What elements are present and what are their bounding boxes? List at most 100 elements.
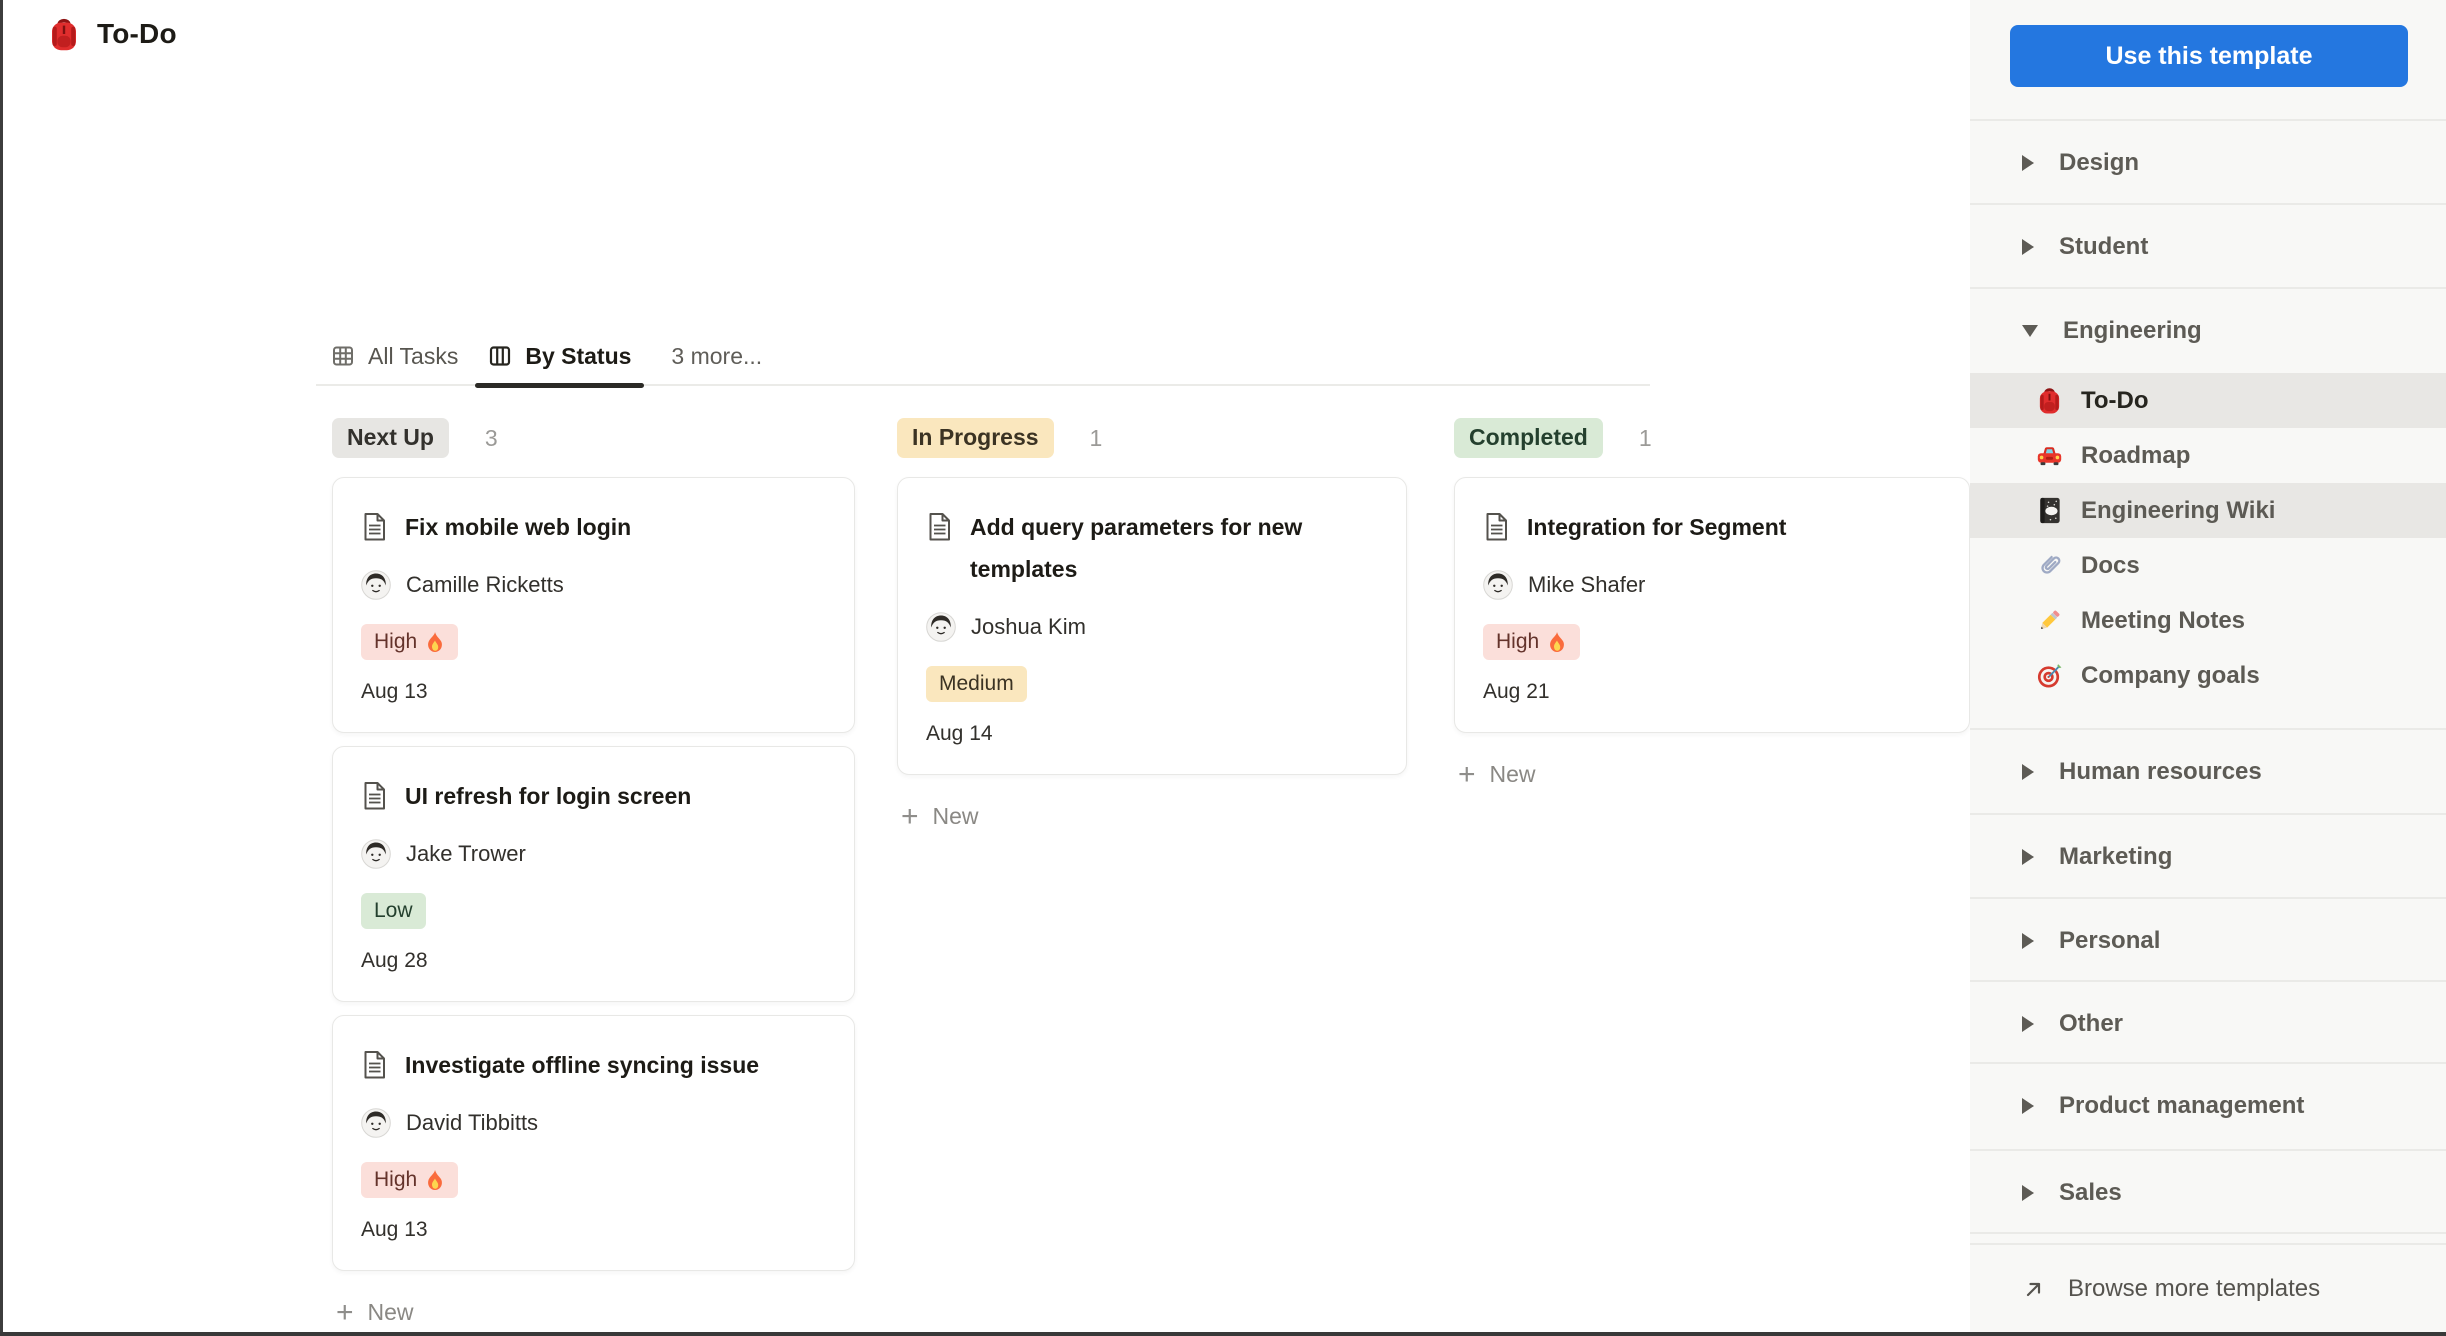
priority-badge: High (1483, 624, 1580, 660)
assignee-name: Camille Ricketts (406, 572, 564, 598)
chevron-right-icon (2022, 764, 2034, 780)
task-card[interactable]: Integration for Segment Mike Shafer High… (1454, 477, 1970, 733)
chevron-down-icon (2022, 325, 2038, 337)
due-date: Aug 21 (1483, 680, 1941, 704)
avatar (361, 839, 391, 869)
sidebar-category-human-resources[interactable]: Human resources (1970, 730, 2446, 813)
new-task-button[interactable]: + New (1454, 761, 1970, 788)
chevron-right-icon (2022, 155, 2034, 171)
tab-all-tasks[interactable]: All Tasks (316, 327, 473, 385)
chevron-right-icon (2022, 849, 2034, 865)
priority-badge: High (361, 1162, 458, 1198)
column-count: 3 (485, 425, 498, 452)
document-icon (361, 512, 388, 542)
plus-icon: + (901, 804, 919, 830)
notebook-icon (2036, 496, 2063, 525)
column-status-badge: Next Up (332, 418, 449, 458)
divider (1970, 1232, 2446, 1234)
task-title: Fix mobile web login (405, 506, 631, 548)
column-header: Completed 1 (1454, 418, 1970, 458)
template-sidebar: Use this template Design Student Enginee… (1970, 0, 2446, 1336)
due-date: Aug 13 (361, 680, 826, 704)
backpack-icon (47, 16, 81, 52)
avatar (1483, 570, 1513, 600)
chevron-right-icon (2022, 933, 2034, 949)
target-icon (2036, 661, 2063, 690)
chevron-right-icon (2022, 1016, 2034, 1032)
pencil-icon (2036, 606, 2063, 635)
assignee-name: David Tibbitts (406, 1110, 538, 1136)
sidebar-item-engineering-wiki[interactable]: Engineering Wiki (1970, 483, 2446, 538)
priority-badge: Low (361, 893, 426, 929)
sidebar-item-roadmap[interactable]: Roadmap (1970, 428, 2446, 483)
use-template-button[interactable]: Use this template (2010, 25, 2408, 87)
sidebar-category-sales[interactable]: Sales (1970, 1151, 2446, 1234)
board-icon (488, 344, 512, 368)
task-card[interactable]: Fix mobile web login Camille Ricketts Hi… (332, 477, 855, 733)
backpack-icon (2036, 386, 2063, 415)
column-completed: Completed 1 Integration for Segment Mike… (1454, 418, 1970, 1326)
sidebar-item-docs[interactable]: Docs (1970, 538, 2446, 593)
plus-icon: + (336, 1300, 354, 1326)
page-header: To-Do (47, 16, 177, 52)
document-icon (361, 1050, 388, 1080)
tab-by-status[interactable]: By Status (473, 327, 646, 385)
sidebar-category-marketing[interactable]: Marketing (1970, 815, 2446, 898)
column-header: In Progress 1 (897, 418, 1407, 458)
column-count: 1 (1639, 425, 1652, 452)
sidebar-category-personal[interactable]: Personal (1970, 899, 2446, 982)
page-title: To-Do (97, 18, 177, 50)
table-icon (331, 344, 355, 368)
task-card[interactable]: Investigate offline syncing issue David … (332, 1015, 855, 1271)
task-title: Integration for Segment (1527, 506, 1786, 548)
sidebar-item-company-goals[interactable]: Company goals (1970, 648, 2446, 703)
car-icon (2036, 441, 2063, 470)
column-in-progress: In Progress 1 Add query parameters for n… (897, 418, 1407, 1326)
column-status-badge: Completed (1454, 418, 1603, 458)
priority-badge: High (361, 624, 458, 660)
avatar (361, 570, 391, 600)
fire-icon (425, 631, 445, 653)
chevron-right-icon (2022, 1185, 2034, 1201)
document-icon (361, 781, 388, 811)
column-header: Next Up 3 (332, 418, 855, 458)
column-next-up: Next Up 3 Fix mobile web login Camille R… (332, 418, 855, 1326)
tab-label: By Status (525, 343, 631, 370)
chevron-right-icon (2022, 1098, 2034, 1114)
tab-label: 3 more... (671, 343, 762, 370)
browse-more-templates-link[interactable]: Browse more templates (1970, 1245, 2446, 1332)
new-task-button[interactable]: + New (332, 1299, 855, 1326)
assignee-name: Joshua Kim (971, 614, 1086, 640)
assignee-name: Jake Trower (406, 841, 526, 867)
plus-icon: + (1458, 762, 1476, 788)
chevron-right-icon (2022, 239, 2034, 255)
template-preview-app: To-Do All Tasks By Status 3 more... (0, 0, 2446, 1336)
task-card[interactable]: Add query parameters for new templates J… (897, 477, 1407, 775)
priority-badge: Medium (926, 666, 1027, 702)
sidebar-item-to-do[interactable]: To-Do (1970, 373, 2446, 428)
new-task-button[interactable]: + New (897, 803, 1407, 830)
window-bottom-edge (0, 1332, 2446, 1336)
sidebar-item-meeting-notes[interactable]: Meeting Notes (1970, 593, 2446, 648)
arrow-up-right-icon (2022, 1277, 2046, 1301)
due-date: Aug 13 (361, 1218, 826, 1242)
sidebar-category-other[interactable]: Other (1970, 982, 2446, 1065)
paperclip-icon (2036, 551, 2063, 580)
task-title: UI refresh for login screen (405, 775, 691, 817)
sidebar-category-engineering[interactable]: Engineering (1970, 289, 2446, 372)
sidebar-category-product-management[interactable]: Product management (1970, 1064, 2446, 1147)
document-icon (1483, 512, 1510, 542)
due-date: Aug 14 (926, 722, 1378, 746)
sidebar-category-student[interactable]: Student (1970, 205, 2446, 288)
task-card[interactable]: UI refresh for login screen Jake Trower … (332, 746, 855, 1002)
column-count: 1 (1090, 425, 1103, 452)
tab-more-views[interactable]: 3 more... (656, 327, 777, 385)
avatar (926, 612, 956, 642)
kanban-board: Next Up 3 Fix mobile web login Camille R… (332, 418, 1970, 1326)
tab-label: All Tasks (368, 343, 458, 370)
task-title: Add query parameters for new templates (970, 506, 1378, 590)
avatar (361, 1108, 391, 1138)
document-icon (926, 512, 953, 542)
sidebar-category-design[interactable]: Design (1970, 121, 2446, 204)
view-tabs: All Tasks By Status 3 more... (316, 328, 1650, 386)
